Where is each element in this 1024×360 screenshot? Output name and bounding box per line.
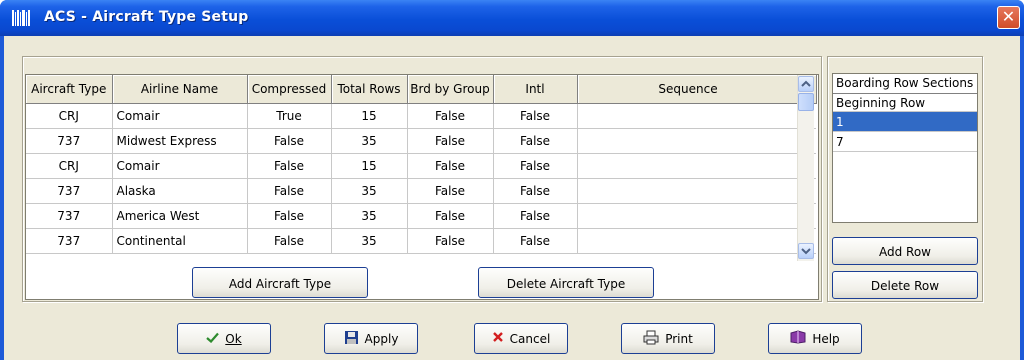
column-header-total-rows[interactable]: Total Rows	[331, 75, 408, 104]
x-icon	[492, 331, 504, 346]
column-header-brd-by-group[interactable]: Brd by Group	[407, 75, 494, 104]
ok-button[interactable]: Ok	[177, 323, 271, 354]
grid-cell[interactable]: 737	[26, 128, 113, 154]
grid-cell[interactable]	[577, 203, 800, 229]
table-row[interactable]: 737 Alaska False 35 False False	[26, 178, 816, 204]
grid-cell[interactable]: 737	[26, 228, 113, 254]
grid-cell[interactable]: False	[407, 153, 494, 179]
column-header-aircraft-type[interactable]: Aircraft Type	[26, 75, 113, 104]
grid-cell[interactable]: False	[493, 178, 578, 204]
grid-vertical-scrollbar[interactable]	[797, 75, 814, 261]
table-row[interactable]: 737 America West False 35 False False	[26, 203, 816, 229]
grid-cell[interactable]: 35	[331, 178, 408, 204]
window-title: ACS - Aircraft Type Setup	[44, 9, 249, 25]
chevron-down-icon	[801, 248, 811, 255]
grid-cell[interactable]: Midwest Express	[112, 128, 248, 154]
boarding-row-item[interactable]: 1	[833, 112, 977, 132]
grid-cell[interactable]: Comair	[112, 153, 248, 179]
grid-cell[interactable]: False	[493, 153, 578, 179]
grid-cell[interactable]	[577, 128, 800, 154]
grid-cell[interactable]: False	[493, 103, 578, 129]
cancel-button[interactable]: Cancel	[474, 323, 568, 354]
title-bar[interactable]: ACS - Aircraft Type Setup ✕	[0, 0, 1024, 36]
grid-cell[interactable]: False	[247, 128, 332, 154]
column-header-airline-name[interactable]: Airline Name	[112, 75, 248, 104]
scroll-up-button[interactable]	[798, 76, 814, 92]
grid-cell[interactable]: America West	[112, 203, 248, 229]
apply-button[interactable]: Apply	[324, 323, 418, 354]
delete-row-button[interactable]: Delete Row	[832, 271, 978, 299]
delete-aircraft-type-button[interactable]: Delete Aircraft Type	[478, 267, 654, 298]
grid-cell[interactable]: 35	[331, 128, 408, 154]
grid-cell[interactable]: Alaska	[112, 178, 248, 204]
beginning-row-column-header[interactable]: Beginning Row	[833, 94, 977, 112]
grid-cell[interactable]	[577, 228, 800, 254]
app-window: ACS - Aircraft Type Setup ✕ Aircraft Typ…	[0, 0, 1024, 360]
boarding-row-sections-list: Boarding Row Sections Beginning Row 17	[832, 73, 978, 223]
grid-cell[interactable]: Comair	[112, 103, 248, 129]
check-icon	[206, 332, 220, 346]
grid-cell[interactable]: CRJ	[26, 103, 113, 129]
close-icon: ✕	[1001, 7, 1016, 26]
grid-cell[interactable]: False	[247, 153, 332, 179]
grid-cell[interactable]: False	[407, 103, 494, 129]
grid-cell[interactable]: 35	[331, 228, 408, 254]
grid-cell[interactable]	[577, 153, 800, 179]
grid-cell[interactable]	[577, 178, 800, 204]
add-row-button[interactable]: Add Row	[832, 237, 978, 265]
table-row[interactable]: 737 Continental False 35 False False	[26, 228, 816, 254]
column-header-intl[interactable]: Intl	[493, 75, 578, 104]
grid-cell[interactable]: False	[493, 228, 578, 254]
grid-cell[interactable]: False	[247, 178, 332, 204]
grid-cell[interactable]: 15	[331, 153, 408, 179]
grid-cell[interactable]: Continental	[112, 228, 248, 254]
help-button[interactable]: Help	[768, 323, 862, 354]
floppy-disk-icon	[344, 330, 359, 348]
grid-cell[interactable]: 35	[331, 203, 408, 229]
table-row[interactable]: 737 Midwest Express False 35 False False	[26, 128, 816, 154]
grid-cell[interactable]: False	[493, 203, 578, 229]
grid-cell[interactable]: False	[407, 203, 494, 229]
boarding-row-item[interactable]: 7	[833, 132, 977, 152]
grid-cell[interactable]: False	[407, 178, 494, 204]
boarding-row-sections-header: Boarding Row Sections	[833, 74, 977, 94]
grid-cell[interactable]: False	[407, 128, 494, 154]
add-aircraft-type-button[interactable]: Add Aircraft Type	[192, 267, 368, 298]
chevron-up-icon	[801, 80, 811, 87]
scroll-thumb[interactable]	[798, 93, 814, 111]
grid-cell[interactable]: False	[247, 203, 332, 229]
printer-icon	[643, 330, 659, 348]
help-book-icon	[790, 330, 806, 347]
table-row[interactable]: CRJ Comair True 15 False False	[26, 103, 816, 129]
grid-cell[interactable]	[577, 103, 800, 129]
grid-cell[interactable]: False	[493, 128, 578, 154]
grid-cell[interactable]: False	[407, 228, 494, 254]
column-header-sequence[interactable]: Sequence	[577, 75, 800, 104]
print-button[interactable]: Print	[621, 323, 715, 354]
grid-cell[interactable]: True	[247, 103, 332, 129]
column-header-compressed[interactable]: Compressed	[247, 75, 332, 104]
barcode-icon	[12, 10, 30, 26]
grid-cell[interactable]: 737	[26, 203, 113, 229]
grid-cell[interactable]: CRJ	[26, 153, 113, 179]
grid-cell[interactable]: 737	[26, 178, 113, 204]
grid-cell[interactable]: 15	[331, 103, 408, 129]
scroll-down-button[interactable]	[798, 243, 814, 259]
table-row[interactable]: CRJ Comair False 15 False False	[26, 153, 816, 179]
grid-cell[interactable]: False	[247, 228, 332, 254]
close-button[interactable]: ✕	[997, 6, 1020, 29]
aircraft-type-grid: Aircraft Type Airline Name Compressed Total…	[25, 74, 819, 300]
